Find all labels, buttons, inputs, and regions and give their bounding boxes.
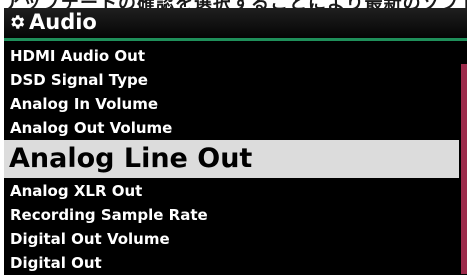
menu-item-analog-line-out[interactable]: Analog Line Out (4, 140, 459, 178)
menu-item-analog-in-volume[interactable]: Analog In Volume (4, 92, 459, 117)
menu-item-analog-out-volume[interactable]: Analog Out Volume (4, 116, 459, 141)
menu-item-hdmi-audio-out[interactable]: HDMI Audio Out (4, 44, 459, 69)
menu-item-analog-xlr-out[interactable]: Analog XLR Out (4, 179, 459, 204)
page-title: Audio (29, 10, 97, 34)
menu-item-digital-out[interactable]: Digital Out (4, 251, 459, 275)
menu-item-dsd-signal-type[interactable]: DSD Signal Type (4, 68, 459, 93)
menu-item-recording-sample-rate[interactable]: Recording Sample Rate (4, 203, 459, 228)
menu-item-digital-out-volume[interactable]: Digital Out Volume (4, 227, 459, 252)
scrollbar-thumb[interactable] (461, 64, 467, 274)
header-divider (4, 38, 467, 41)
caption-text: アップデートの確認を選択することにより最新のソフトウェアへの更新 (4, 0, 467, 8)
cropped-caption-text: アップデートの確認を選択することにより最新のソフトウェアへの更新 (0, 0, 467, 8)
scrollbar-track[interactable] (461, 50, 467, 275)
audio-settings-screen: Audio HDMI Audio Out DSD Signal Type Ana… (4, 8, 467, 275)
gear-icon (11, 15, 25, 29)
screen-header: Audio (4, 8, 467, 38)
